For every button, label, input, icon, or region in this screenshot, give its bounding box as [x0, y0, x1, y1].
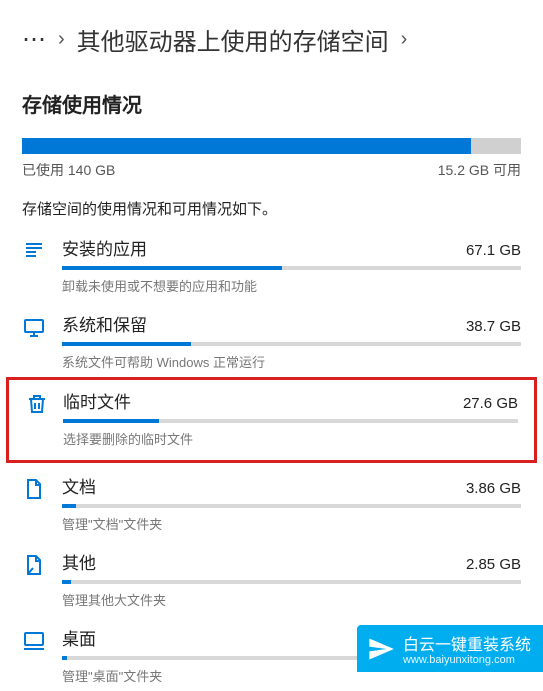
category-bar-fill [62, 504, 76, 508]
brand-logo-icon [367, 635, 395, 663]
category-title: 其他 [62, 549, 96, 574]
breadcrumb-ellipsis[interactable]: ⋯ [22, 25, 46, 54]
category-bar [62, 504, 521, 508]
category-bar-fill [63, 419, 159, 423]
document-icon [22, 473, 50, 501]
category-item-2[interactable]: 临时文件 27.6 GB 选择要删除的临时文件 [25, 386, 518, 450]
chevron-right-icon: › [401, 28, 408, 51]
category-bar [62, 342, 521, 346]
category-title: 系统和保留 [62, 311, 147, 336]
category-item-4[interactable]: 其他 2.85 GB 管理其他大文件夹 [0, 539, 543, 615]
category-item-0[interactable]: 安装的应用 67.1 GB 卸载未使用或不想要的应用和功能 [0, 225, 543, 301]
category-size: 38.7 GB [466, 318, 521, 335]
category-bar-fill [62, 342, 191, 346]
other-icon [22, 549, 50, 577]
storage-bar-fill [22, 138, 471, 154]
desktop-icon [22, 625, 50, 653]
storage-bar [22, 138, 521, 154]
usage-description: 存储空间的使用情况和可用情况如下。 [22, 198, 521, 219]
category-subtext: 系统文件可帮助 Windows 正常运行 [62, 352, 521, 371]
category-title: 临时文件 [63, 388, 131, 413]
category-subtext: 管理其他大文件夹 [62, 590, 521, 609]
category-bar-fill [62, 656, 67, 660]
breadcrumb: ⋯ › 其他驱动器上使用的存储空间 › [0, 0, 543, 75]
category-list: 安装的应用67.1 GB卸载未使用或不想要的应用和功能系统和保留38.7 GB系… [0, 225, 543, 691]
storage-stats: 已使用 140 GB 15.2 GB 可用 [22, 160, 521, 180]
chevron-right-icon: › [58, 28, 65, 51]
category-bar-fill [62, 266, 282, 270]
category-bar-fill [62, 580, 71, 584]
category-size: 67.1 GB [466, 242, 521, 259]
storage-used-label: 已使用 140 GB [22, 160, 115, 180]
apps-icon [22, 235, 50, 263]
category-bar [62, 580, 521, 584]
brand-name: 白云一键重装系统 [403, 631, 531, 655]
category-subtext: 选择要删除的临时文件 [63, 429, 518, 448]
category-bar [62, 266, 521, 270]
brand-url: www.baiyunxitong.com [403, 654, 531, 666]
section-title: 存储使用情况 [0, 75, 543, 126]
trash-icon [25, 388, 53, 416]
category-size: 3.86 GB [466, 480, 521, 497]
category-subtext: 管理"文档"文件夹 [62, 514, 521, 533]
category-bar [63, 419, 518, 423]
category-title: 桌面 [62, 625, 96, 650]
category-subtext: 卸载未使用或不想要的应用和功能 [62, 276, 521, 295]
category-item-1[interactable]: 系统和保留 38.7 GB 系统文件可帮助 Windows 正常运行 [0, 301, 543, 377]
breadcrumb-title: 其他驱动器上使用的存储空间 [77, 22, 389, 57]
category-size: 2.85 GB [466, 556, 521, 573]
brand-badge: 白云一键重装系统 www.baiyunxitong.com [357, 625, 543, 672]
system-icon [22, 311, 50, 339]
storage-free-label: 15.2 GB 可用 [438, 160, 521, 180]
category-title: 文档 [62, 473, 96, 498]
category-size: 27.6 GB [463, 395, 518, 412]
category-title: 安装的应用 [62, 235, 147, 260]
category-item-3[interactable]: 文档 3.86 GB 管理"文档"文件夹 [0, 463, 543, 539]
